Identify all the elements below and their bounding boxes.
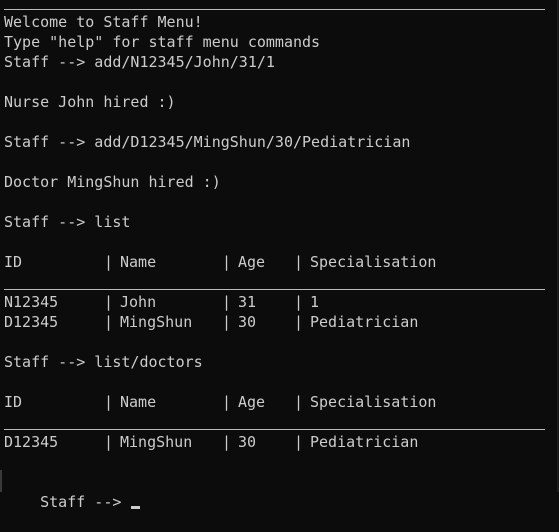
doctor-hired-message: Doctor MingShun hired :) [4,173,221,191]
doctor-table-header: ID | Name | Age | Specialisation [4,392,436,412]
prompt-text: Staff --> [40,493,122,511]
window-left-edge [0,470,2,492]
cell-age: 30 [238,313,257,331]
cell-specialisation: Pediatrician [310,433,419,451]
column-separator: | [222,393,232,411]
cell-age: 30 [238,433,257,451]
column-separator: | [104,393,114,411]
column-separator: | [104,433,114,451]
header-id: ID [4,393,23,411]
welcome-line: Welcome to Staff Menu! [4,13,203,31]
nurse-hired-message: Nurse John hired :) [4,93,176,111]
column-separator: | [222,253,232,271]
command-prompt-line[interactable]: Staff --> [4,472,141,511]
help-hint-line: Type "help" for staff menu commands [4,33,321,51]
command-list-doctors: Staff --> list/doctors [4,353,203,371]
cell-specialisation: Pediatrician [310,313,419,331]
column-separator: | [222,293,232,311]
cell-name: MingShun [120,313,193,331]
table-row: N12345 | John | 31 | 1 [4,292,319,312]
command-list: Staff --> list [4,213,131,231]
doctor-table-divider [4,429,545,430]
cell-id: N12345 [4,293,59,311]
column-separator: | [104,253,114,271]
column-separator: | [104,313,114,331]
table-row: D12345 | MingShun | 30 | Pediatrician [4,432,418,452]
column-separator: | [222,433,232,451]
text-cursor [131,506,141,509]
column-separator: | [294,433,304,451]
header-specialisation: Specialisation [310,253,437,271]
column-separator: | [294,253,304,271]
header-age: Age [238,393,266,411]
header-name: Name [120,253,157,271]
header-name: Name [120,393,157,411]
cell-age: 31 [238,293,257,311]
header-specialisation: Specialisation [310,393,437,411]
table-row: D12345 | MingShun | 30 | Pediatrician [4,312,418,332]
column-separator: | [104,293,114,311]
command-add-doctor: Staff --> add/D12345/MingShun/30/Pediatr… [4,133,411,151]
staff-table-divider [4,289,545,290]
column-separator: | [222,313,232,331]
cell-name: John [120,293,157,311]
column-separator: | [294,293,304,311]
column-separator: | [294,393,304,411]
cell-specialisation: 1 [310,293,320,311]
header-age: Age [238,253,266,271]
staff-table-header: ID | Name | Age | Specialisation [4,252,436,272]
cell-name: MingShun [120,433,193,451]
command-add-nurse: Staff --> add/N12345/John/31/1 [4,53,275,71]
column-separator: | [294,313,304,331]
cell-id: D12345 [4,433,59,451]
cell-id: D12345 [4,313,59,331]
header-id: ID [4,253,23,271]
top-rule [4,9,545,10]
